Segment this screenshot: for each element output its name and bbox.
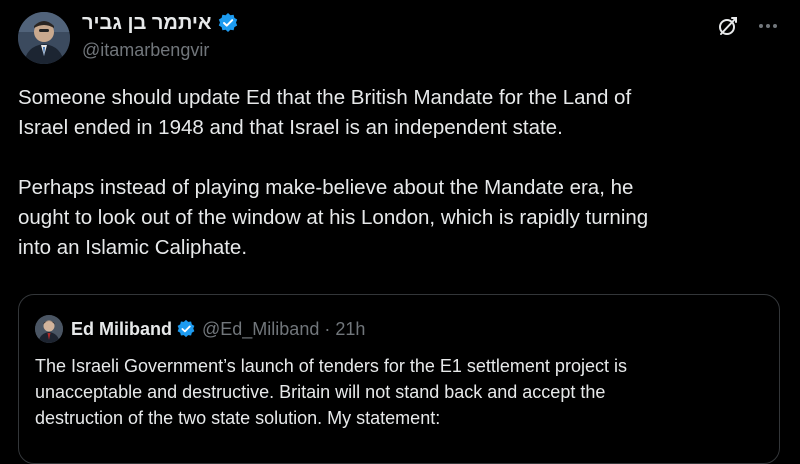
quoted-tweet-text: The Israeli Government’s launch of tende…: [35, 353, 755, 431]
author-avatar[interactable]: [18, 12, 70, 64]
author-info: איתמר בן גביר @itamarbengvir: [82, 10, 239, 70]
quoted-author-name[interactable]: Ed Miliband: [71, 319, 172, 340]
quoted-author-handle[interactable]: @Ed_Miliband: [202, 319, 319, 340]
author-display-name[interactable]: איתמר בן גביר: [82, 12, 212, 35]
tweet-top-actions: [716, 14, 780, 38]
more-icon[interactable]: [756, 14, 780, 38]
tweet-paragraph-2: Perhaps instead of playing make-believe …: [18, 176, 649, 259]
quoted-author-avatar[interactable]: [35, 315, 63, 343]
quoted-separator: ·: [324, 318, 331, 339]
quoted-timestamp[interactable]: 21h: [335, 319, 365, 340]
tweet[interactable]: איתמר בן גביר @itamarbengvir Someone sho…: [0, 0, 800, 464]
quoted-tweet-text-content: The Israeli Government’s launch of tende…: [35, 356, 627, 428]
tweet-paragraph-1: Someone should update Ed that the Britis…: [18, 86, 632, 139]
quoted-tweet[interactable]: Ed Miliband @Ed_Miliband · 21h The Israe…: [18, 294, 780, 464]
verified-badge-icon: [217, 12, 239, 34]
quoted-tweet-header: Ed Miliband @Ed_Miliband · 21h: [35, 315, 365, 343]
tweet-text: Someone should update Ed that the Britis…: [18, 83, 783, 263]
grok-icon[interactable]: [716, 14, 740, 38]
quoted-verified-badge-icon: [176, 319, 196, 339]
author-handle[interactable]: @itamarbengvir: [82, 40, 239, 61]
